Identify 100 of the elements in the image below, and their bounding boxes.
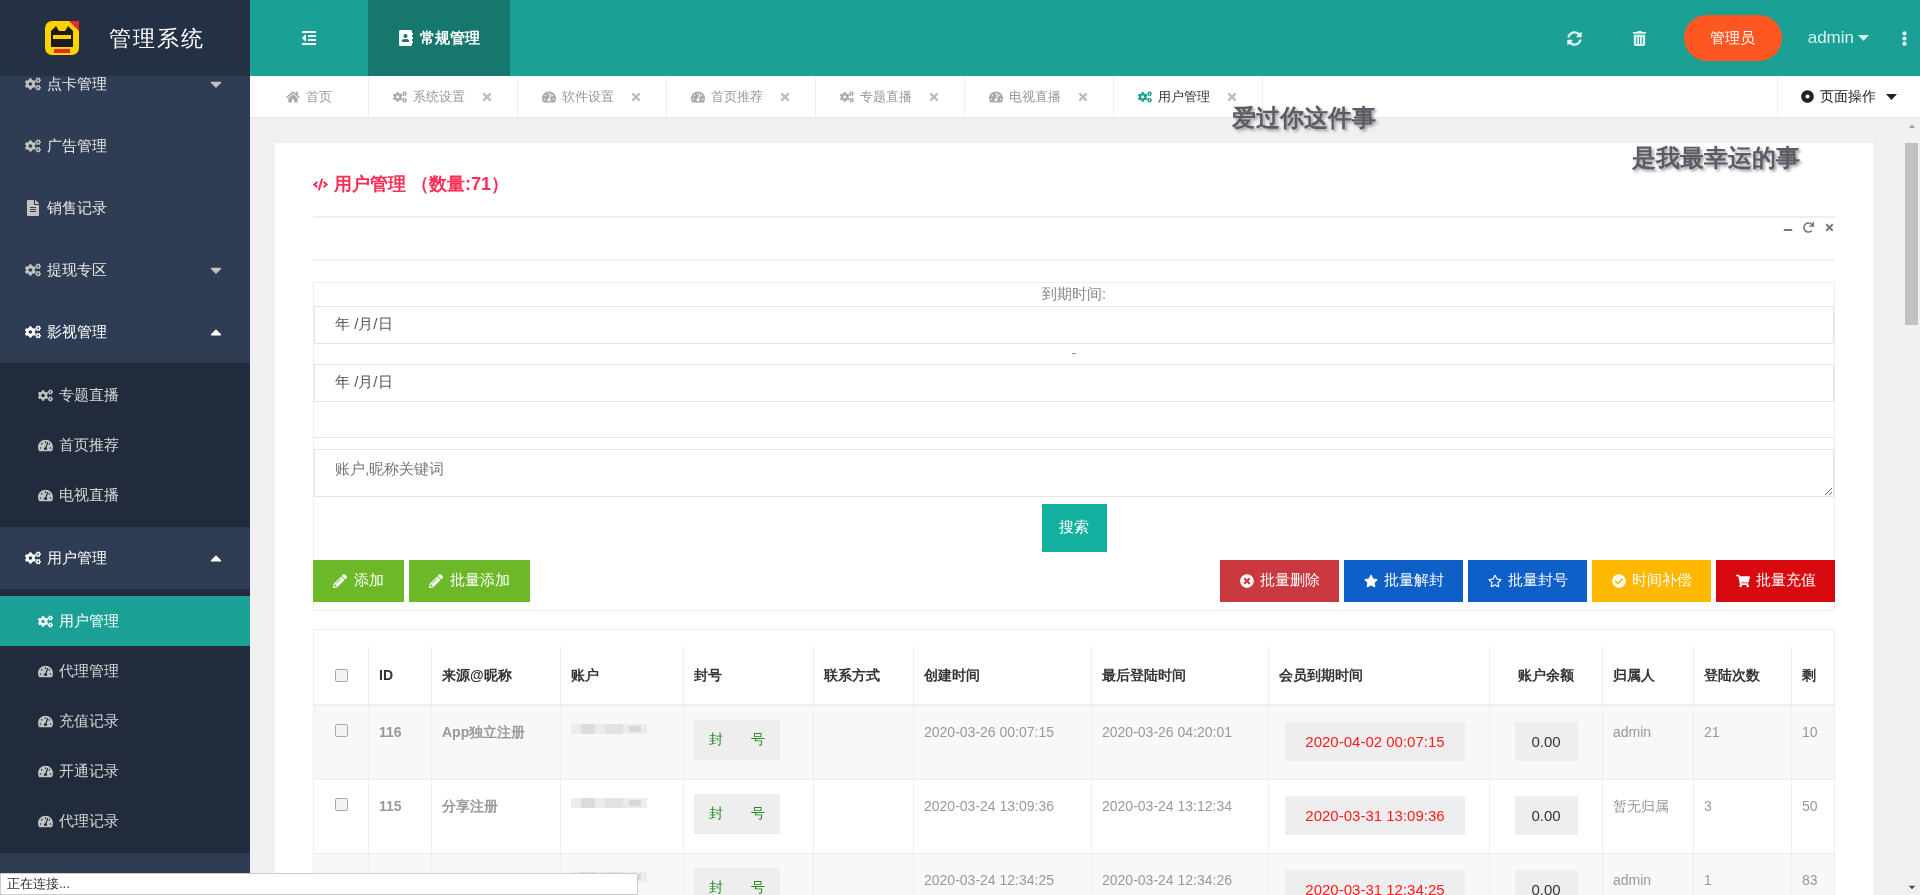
floating-text: 是我最幸运的事: [1632, 142, 1800, 174]
close-icon[interactable]: [630, 90, 642, 103]
status-text: 正在连接...: [7, 875, 70, 894]
close-icon[interactable]: [1226, 90, 1238, 103]
table-cell: 暂无归属: [1613, 797, 1669, 814]
role-button[interactable]: 管理员: [1683, 15, 1782, 61]
column-header: 封号: [694, 665, 722, 685]
column-header: 账户余额: [1518, 665, 1574, 685]
page-tab[interactable]: 系统设置: [369, 76, 518, 117]
gears-icon: [25, 138, 41, 154]
gears-icon: [38, 613, 53, 629]
table-cell: 50: [1802, 797, 1818, 814]
ban-button[interactable]: 封 号: [694, 793, 780, 834]
gears-icon: [25, 324, 41, 340]
reload-icon[interactable]: [1803, 222, 1814, 233]
scrollbar[interactable]: [1903, 118, 1920, 895]
close-icon[interactable]: [481, 90, 493, 103]
page-actions-menu[interactable]: 页面操作: [1777, 76, 1920, 117]
gauge-icon: [38, 763, 53, 779]
table-cell: 83: [1802, 871, 1818, 888]
expiry-date: 2020-04-02 00:07:15: [1285, 721, 1465, 761]
sidebar-subitem[interactable]: 用户管理: [0, 596, 250, 646]
column-header: 剩: [1802, 665, 1816, 685]
gauge-icon: [38, 663, 53, 679]
table-cell: 115: [379, 797, 402, 814]
pencil-icon: [333, 573, 347, 588]
sidebar-item[interactable]: 提现专区: [0, 239, 250, 301]
batch-action-button[interactable]: 批量解封: [1344, 559, 1463, 602]
logo-icon: [45, 21, 79, 55]
sidebar-item[interactable]: 影视管理: [0, 301, 250, 363]
close-icon[interactable]: [1077, 90, 1089, 103]
table-cell: 分享注册: [442, 797, 498, 814]
close-icon[interactable]: [928, 90, 940, 103]
sidebar-subitem[interactable]: 代理管理: [0, 646, 250, 696]
sidebar-item[interactable]: 用户管理: [0, 527, 250, 589]
table-cell: admin: [1613, 871, 1652, 888]
close-icon[interactable]: [1824, 222, 1835, 233]
sidebar-subitem[interactable]: 电视直播: [0, 470, 250, 520]
ban-button[interactable]: 封 号: [694, 719, 780, 760]
page-tab[interactable]: 首页推荐: [667, 76, 816, 117]
gauge-icon: [989, 89, 1003, 104]
caret-down-icon: [1886, 93, 1897, 100]
row-checkbox[interactable]: [334, 723, 348, 737]
filter-label: 到期时间:: [1041, 284, 1107, 304]
scrollbar-thumb[interactable]: [1905, 143, 1918, 325]
gears-icon: [393, 89, 407, 104]
page-tab[interactable]: 首页: [250, 76, 369, 117]
pencil-icon: [429, 573, 443, 588]
expiry-date: 2020-03-31 13:09:36: [1285, 795, 1465, 835]
gauge-icon: [38, 713, 53, 729]
star-icon: [1363, 573, 1378, 588]
star-outline-icon: [1487, 573, 1502, 588]
column-header: 来源@昵称: [442, 665, 512, 685]
date-field[interactable]: 年 /月/日: [314, 363, 1834, 402]
range-separator: -: [1071, 344, 1077, 363]
table-cell: 2020-03-24 13:12:34: [1102, 797, 1232, 814]
column-header: 归属人: [1613, 665, 1655, 685]
select-all-checkbox[interactable]: [334, 668, 348, 682]
nav-tab[interactable]: 常规管理: [368, 0, 510, 76]
row-checkbox[interactable]: [334, 797, 348, 811]
table-cell: 2020-03-24 12:34:25: [924, 871, 1054, 888]
sidebar-item[interactable]: 点卡管理: [0, 76, 250, 115]
cart-icon: [1735, 573, 1750, 588]
target-icon: [1801, 90, 1814, 103]
ban-button[interactable]: 封 号: [694, 867, 780, 895]
sidebar-item[interactable]: 广告管理: [0, 115, 250, 177]
table-cell: 2020-03-24 12:34:26: [1102, 871, 1232, 888]
sidebar-subitem[interactable]: 专题直播: [0, 370, 250, 420]
table-cell: App独立注册: [442, 723, 526, 740]
expiry-date: 2020-03-31 12:34:25: [1285, 869, 1465, 895]
gears-icon: [25, 550, 41, 566]
sidebar-subitem[interactable]: 首页推荐: [0, 420, 250, 470]
gears-icon: [1138, 89, 1152, 104]
date-field[interactable]: 年 /月/日: [314, 305, 1834, 344]
sidebar-subitem[interactable]: 代理记录: [0, 796, 250, 846]
column-header: 联系方式: [824, 665, 880, 685]
column-header: 创建时间: [924, 665, 980, 685]
sidebar-subitem[interactable]: 开通记录: [0, 746, 250, 796]
page-tab[interactable]: 专题直播: [816, 76, 965, 117]
column-header: 登陆次数: [1704, 665, 1760, 685]
batch-action-button[interactable]: 批量充值: [1716, 559, 1835, 602]
close-icon[interactable]: [779, 90, 791, 103]
batch-action-button[interactable]: 批量封号: [1468, 559, 1587, 602]
page-title: 用户管理 （数量:71）: [334, 173, 510, 196]
table-cell: 116: [379, 723, 402, 740]
table-cell: 1: [1704, 871, 1712, 888]
gauge-icon: [38, 813, 53, 829]
balance-value: 0.00: [1514, 795, 1578, 835]
keyword-field[interactable]: 账户,昵称关键词: [314, 448, 1834, 497]
column-header: 最后登陆时间: [1102, 665, 1186, 685]
sidebar-subitem[interactable]: 充值记录: [0, 696, 250, 746]
balance-value: 0.00: [1514, 869, 1578, 895]
gauge-icon: [38, 487, 53, 503]
sidebar-item[interactable]: 销售记录: [0, 177, 250, 239]
table-cell: 2020-03-26 00:07:15: [924, 723, 1054, 740]
table-cell: 2020-03-24 13:09:36: [924, 797, 1054, 814]
batch-action-button[interactable]: 批量删除: [1220, 559, 1339, 602]
gears-icon: [38, 387, 53, 403]
column-header: ID: [379, 665, 393, 685]
contact-card-icon: [398, 30, 414, 46]
